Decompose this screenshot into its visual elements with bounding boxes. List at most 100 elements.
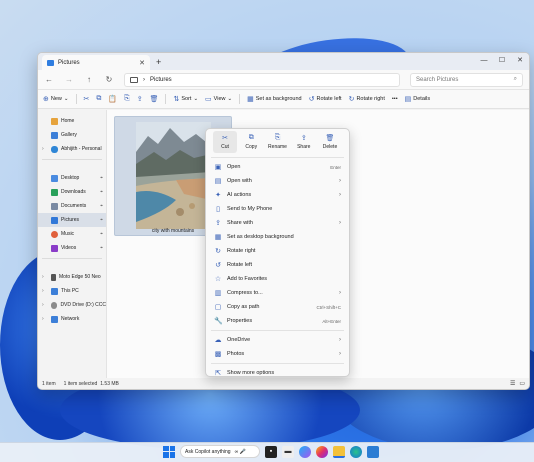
delete-icon: 🗑 (325, 135, 335, 142)
desktop-background-icon: ▦ (214, 234, 222, 241)
store-icon[interactable] (367, 445, 379, 458)
chevron-right-icon[interactable]: › (42, 274, 48, 280)
details-button[interactable]: ▤ Details (405, 95, 430, 103)
gallery-icon (51, 131, 58, 139)
menu-item-rotate-right[interactable]: ↻ Rotate right (209, 244, 346, 258)
nav-item-music[interactable]: Music ⌖ (38, 227, 106, 241)
view-button[interactable]: ▭ View ⌄ (205, 95, 232, 103)
nav-item-videos[interactable]: Videos ⌖ (38, 241, 106, 255)
title-bar: Pictures ✕ + — ☐ ✕ (38, 53, 529, 70)
photos-app-icon[interactable] (316, 445, 328, 458)
share-button[interactable]: ⇪ (137, 95, 143, 103)
nav-item-gallery[interactable]: Gallery (38, 128, 106, 142)
menu-item-send-to-phone[interactable]: ▯ Send to My Phone (209, 202, 346, 216)
details-view-button[interactable]: ☰ (510, 380, 515, 387)
details-pane-icon: ▤ (404, 96, 412, 103)
see-more-button[interactable]: ••• (392, 96, 398, 102)
new-tab-button[interactable]: + (156, 57, 161, 67)
nav-item-desktop[interactable]: Desktop ⌖ (38, 171, 106, 185)
menu-item-open[interactable]: ▣ Open Enter (209, 160, 346, 174)
command-bar: ⊕ New ⌄ ✂ ⧉ 📋 ⎘ ⇪ 🗑 ⇅ Sort ⌄ ▭ View ⌄ ▦ Set as … (38, 90, 529, 109)
forward-button[interactable]: → (64, 75, 74, 84)
nav-item-documents[interactable]: Documents ⌖ (38, 199, 106, 213)
edge-icon[interactable] (350, 445, 362, 458)
menu-item-open-with[interactable]: ▤ Open with › (209, 174, 346, 188)
divider (75, 94, 77, 104)
videos-icon (51, 244, 58, 252)
search-input[interactable]: Search Pictures ⌕ (410, 72, 523, 87)
paste-button[interactable]: 📋 (108, 95, 117, 103)
widgets-icon[interactable]: ▬ (282, 445, 294, 458)
start-button[interactable] (163, 445, 175, 458)
menu-item-compress[interactable]: ▥ Compress to... › (209, 286, 346, 300)
menu-item-share-with[interactable]: ⇪ Share with › (209, 216, 346, 230)
menu-item-onedrive[interactable]: ☁ OneDrive › (209, 333, 346, 347)
refresh-button[interactable]: ↻ (104, 75, 114, 84)
nav-item-pictures[interactable]: Pictures ⌖ (38, 213, 106, 227)
breadcrumb-pictures[interactable]: Pictures (150, 77, 172, 83)
copilot-voice-icon[interactable]: ∞ 🎤 (235, 449, 246, 455)
chevron-right-icon[interactable]: › (42, 316, 48, 322)
chevron-right-icon[interactable]: › (42, 302, 48, 308)
menu-item-properties[interactable]: 🔧 Properties Alt+Enter (209, 314, 346, 328)
back-button[interactable]: ← (44, 75, 54, 84)
minimize-button[interactable]: — (475, 53, 493, 67)
ctx-copy-button[interactable]: ⧉ Copy (239, 131, 263, 153)
plus-circle-icon: ⊕ (43, 96, 49, 103)
cut-icon: ✂ (222, 135, 228, 142)
open-with-icon: ▤ (214, 178, 222, 185)
nav-item-dvd[interactable]: › DVD Drive (D:) CCC (38, 298, 106, 312)
breadcrumb[interactable]: › Pictures (124, 72, 400, 87)
rename-button[interactable]: ⎘ (124, 95, 130, 103)
sort-button[interactable]: ⇅ Sort ⌄ (173, 95, 198, 103)
ctx-delete-button[interactable]: 🗑 Delete (318, 131, 342, 153)
nav-item-downloads[interactable]: Downloads ⌖ (38, 185, 106, 199)
nav-item-onedrive[interactable]: › Abhijith - Personal (38, 142, 106, 156)
download-icon (51, 188, 58, 196)
rotate-right-button[interactable]: ↻ Rotate right (349, 95, 385, 103)
set-background-button[interactable]: ▦ Set as background (247, 95, 302, 103)
task-view-icon[interactable]: ▪ (265, 445, 277, 458)
nav-item-network[interactable]: › Network (38, 312, 106, 326)
delete-button[interactable]: 🗑 (150, 95, 159, 103)
nav-item-this-pc[interactable]: › This PC (38, 284, 106, 298)
pin-icon: ⌖ (100, 245, 103, 251)
pin-icon: ⌖ (100, 231, 103, 237)
close-button[interactable]: ✕ (511, 53, 529, 67)
tab-pictures[interactable]: Pictures ✕ (42, 55, 150, 70)
up-button[interactable]: ↑ (84, 75, 94, 84)
phone-icon: ▯ (216, 206, 220, 213)
nav-item-phone[interactable]: › Moto Edge 50 Neo (38, 270, 106, 284)
new-button[interactable]: ⊕ New ⌄ (43, 95, 69, 103)
archive-icon: ▥ (214, 290, 222, 297)
ctx-rename-button[interactable]: ⎘ Rename (266, 131, 290, 153)
disc-icon (50, 301, 58, 309)
copy-icon: ⧉ (248, 134, 254, 141)
rotate-left-button[interactable]: ↺ Rotate left (309, 95, 342, 103)
menu-item-show-more-options[interactable]: ⇱ Show more options (209, 366, 346, 380)
pin-icon: ⌖ (100, 175, 103, 181)
chevron-right-icon[interactable]: › (42, 146, 48, 152)
maximize-button[interactable]: ☐ (493, 53, 511, 67)
copy-button[interactable]: ⧉ (96, 95, 101, 103)
copilot-app-icon[interactable] (299, 445, 311, 458)
menu-item-photos[interactable]: ▩ Photos › (209, 347, 346, 361)
cut-button[interactable]: ✂ (84, 95, 90, 103)
menu-item-copy-path[interactable]: ▢ Copy as path Ctrl+Shift+C (209, 300, 346, 314)
menu-item-add-favorites[interactable]: ☆ Add to Favorites (209, 272, 346, 286)
desktop-icon (51, 174, 58, 182)
nav-item-home[interactable]: Home (38, 114, 106, 128)
ctx-cut-button[interactable]: ✂ Cut (213, 131, 237, 153)
computer-icon (51, 287, 58, 295)
menu-item-rotate-left[interactable]: ↺ Rotate left (209, 258, 346, 272)
chevron-right-icon: › (339, 351, 341, 357)
ctx-share-button[interactable]: ⇪ Share (292, 131, 316, 153)
menu-item-set-desktop-background[interactable]: ▦ Set as desktop background (209, 230, 346, 244)
tab-close-icon[interactable]: ✕ (139, 59, 145, 67)
file-explorer-icon[interactable] (333, 445, 345, 458)
tiles-view-button[interactable]: ▭ (519, 380, 525, 387)
menu-item-ai-actions[interactable]: ✦ AI actions › (209, 188, 346, 202)
chevron-right-icon[interactable]: › (42, 288, 48, 294)
copilot-search-box[interactable]: Ask Copilot anything ∞ 🎤 (180, 445, 260, 458)
pictures-icon (51, 216, 58, 224)
